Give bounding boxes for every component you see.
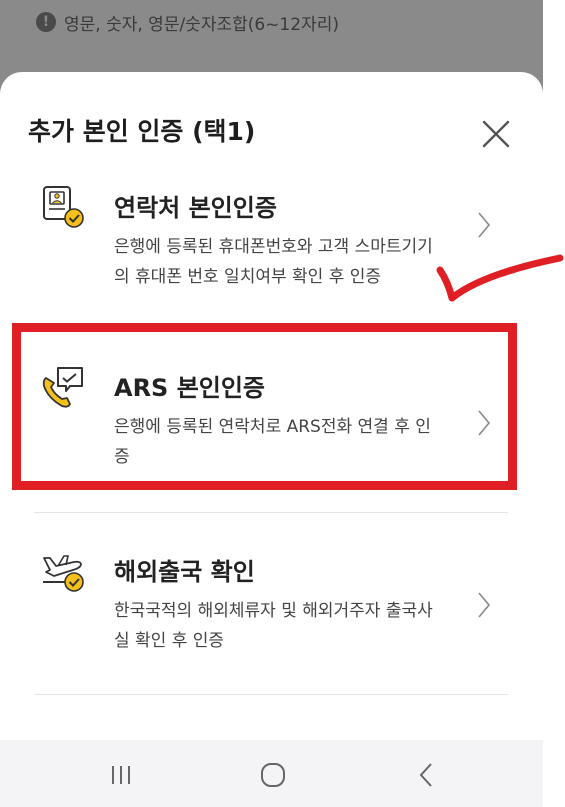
highlight-box [12, 323, 517, 490]
close-icon [482, 120, 510, 148]
chevron-right-icon [478, 592, 491, 618]
exclamation-icon: ! [36, 12, 56, 32]
option-description: 은행에 등록된 휴대폰번호와 고객 스마트기기 의 휴대폰 번호 일치여부 확인… [114, 232, 470, 292]
option-desc-line: 한국국적의 해외체류자 및 해외거주자 출국사 [114, 601, 433, 621]
close-button[interactable] [476, 114, 516, 154]
contact-card-check-icon [43, 186, 84, 228]
home-icon [261, 763, 285, 787]
password-hint-text: 영문, 숫자, 영문/숫자조합(6~12자리) [64, 14, 339, 35]
home-button[interactable] [258, 760, 288, 790]
option-title: 해외출국 확인 [114, 558, 255, 586]
divider [34, 694, 508, 695]
option-desc-line: 의 휴대폰 번호 일치여부 확인 후 인증 [114, 267, 382, 287]
back-icon [419, 763, 432, 787]
divider [34, 512, 508, 513]
handwritten-checkmark [436, 254, 564, 302]
option-desc-line: 실 확인 후 인증 [114, 631, 225, 651]
recent-apps-icon [112, 766, 130, 784]
back-button[interactable] [412, 760, 442, 790]
option-overseas-departure[interactable]: 해외출국 확인 한국국적의 해외체류자 및 해외거주자 출국사 실 확인 후 인… [34, 540, 508, 700]
airplane-check-icon [43, 555, 84, 592]
option-title: 연락처 본인인증 [114, 194, 277, 222]
sheet-title: 추가 본인 인증 (택1) [28, 117, 256, 146]
chevron-right-icon [478, 212, 491, 238]
password-hint: ! 영문, 숫자, 영문/숫자조합(6~12자리) [36, 8, 339, 36]
system-navigation-bar [0, 740, 543, 807]
recent-apps-button[interactable] [106, 760, 136, 790]
option-desc-line: 은행에 등록된 휴대폰번호와 고객 스마트기기 [114, 237, 433, 257]
screen-edge [543, 0, 565, 807]
option-description: 한국국적의 해외체류자 및 해외거주자 출국사 실 확인 후 인증 [114, 596, 470, 656]
